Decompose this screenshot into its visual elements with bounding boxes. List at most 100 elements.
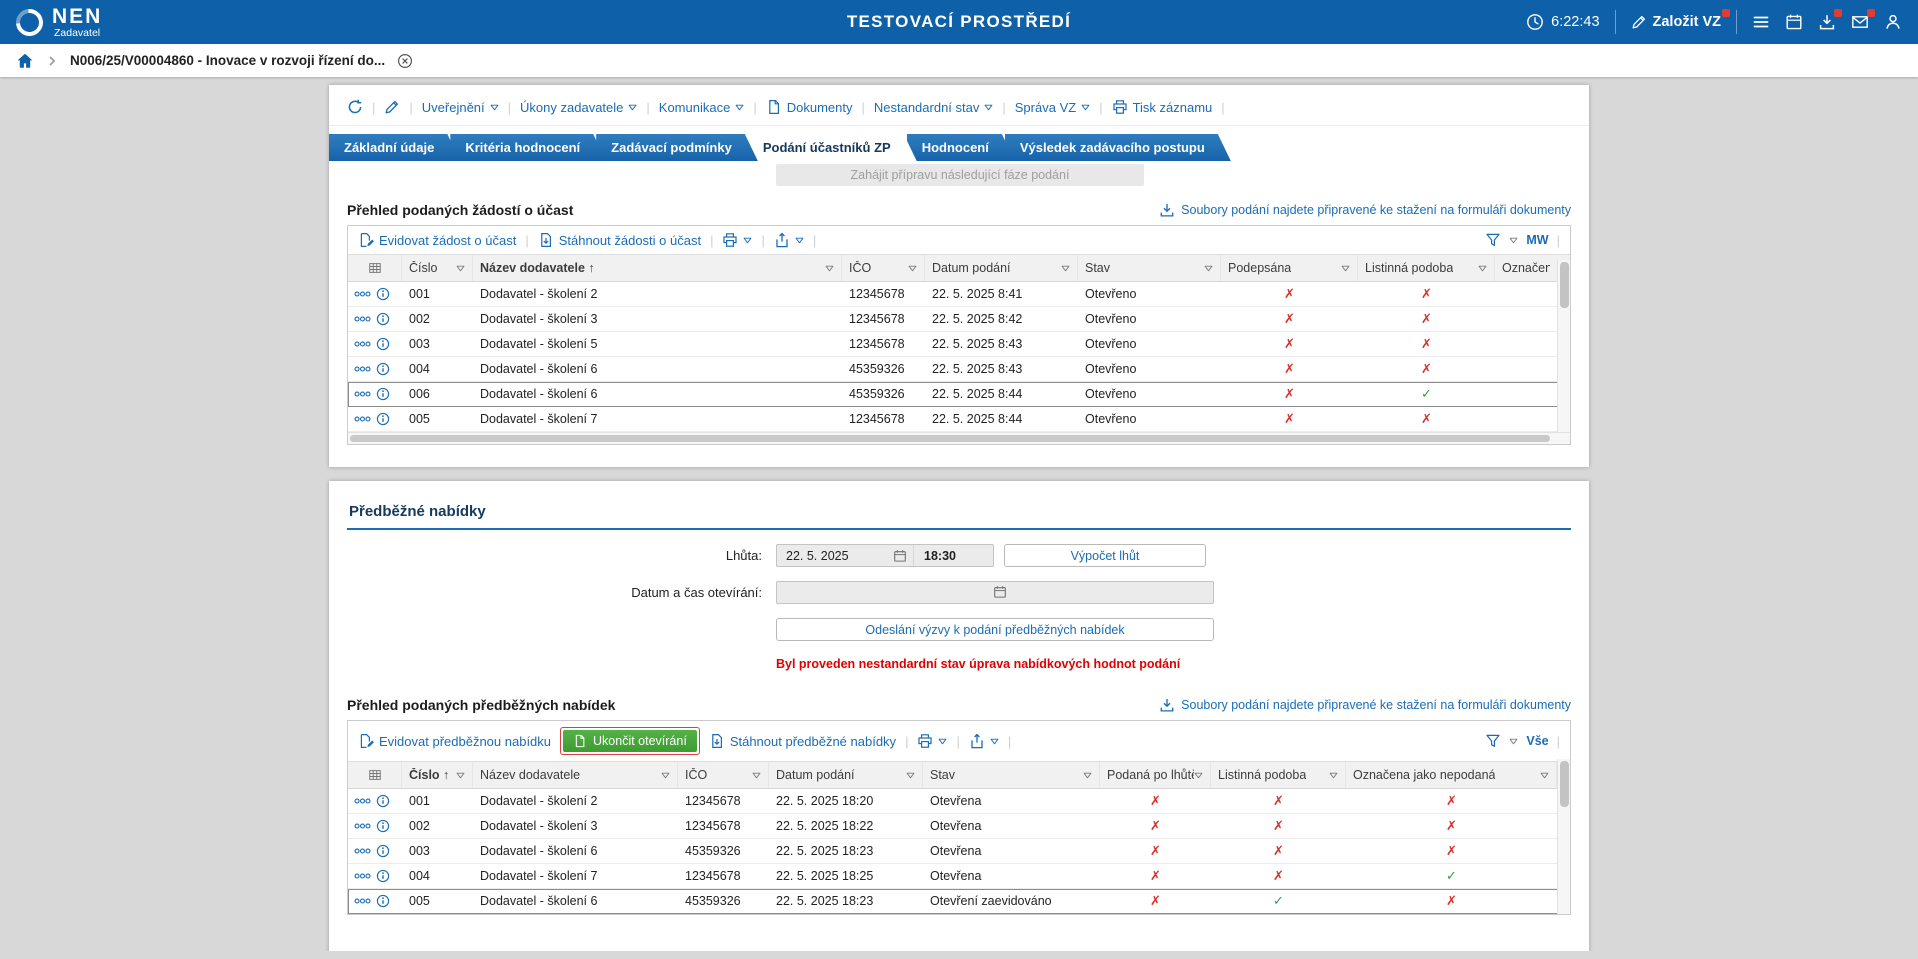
menu-sprava-vz[interactable]: Správa VZ xyxy=(1015,100,1090,115)
row-more-icon[interactable] xyxy=(354,797,371,805)
menu-nestandardni-stav[interactable]: Nestandardní stav xyxy=(874,100,994,115)
column-oznacena-jako-nepodana[interactable]: Označena jako nepodaná xyxy=(1346,762,1557,788)
row-more-icon[interactable] xyxy=(354,365,371,373)
nen-brand[interactable]: NEN Zadavatel xyxy=(16,6,102,39)
filter-caret-icon[interactable] xyxy=(1083,772,1092,779)
tab-vysledek-zadavaciho-postupu[interactable]: Výsledek zadávacího postupu xyxy=(1005,134,1231,161)
scrollbar-thumb[interactable] xyxy=(350,435,1550,442)
opening-datetime-input[interactable] xyxy=(776,581,1214,604)
row-info-icon[interactable] xyxy=(376,844,390,858)
evidovat-zadost-button[interactable]: Evidovat žádost o účast xyxy=(358,232,516,248)
row-info-icon[interactable] xyxy=(376,794,390,808)
column-oznacena[interactable]: Označena jako nepodaná xyxy=(1495,255,1557,281)
row-info-icon[interactable] xyxy=(376,412,390,426)
filter-caret-icon[interactable] xyxy=(1478,265,1487,272)
history-icon[interactable] xyxy=(347,99,363,115)
row-info-icon[interactable] xyxy=(376,287,390,301)
menu-button[interactable] xyxy=(1752,13,1770,31)
view-selector[interactable]: MW xyxy=(1526,233,1548,247)
row-more-icon[interactable] xyxy=(354,315,371,323)
bid-row[interactable]: 004 Dodavatel - školení 7 12345678 22. 5… xyxy=(348,864,1570,889)
bid-row[interactable]: 002 Dodavatel - školení 3 12345678 22. 5… xyxy=(348,814,1570,839)
menu-uverejneni[interactable]: Uveřejnění xyxy=(422,100,499,115)
view-selector[interactable]: Vše xyxy=(1526,734,1548,748)
filter-caret-icon[interactable] xyxy=(1329,772,1338,779)
column-datum-podani[interactable]: Datum podání xyxy=(769,762,923,788)
column-ico[interactable]: IČO xyxy=(842,255,925,281)
column-podepsana[interactable]: Podepsána xyxy=(1221,255,1358,281)
stahnout-nabidky-button[interactable]: Stáhnout předběžné nabídky xyxy=(709,733,896,749)
applications-files-link[interactable]: Soubory podání najdete připravené ke sta… xyxy=(1159,202,1571,218)
tab-podani-ucastniku-zp[interactable]: Podání účastníků ZP xyxy=(748,134,917,161)
scrollbar-thumb[interactable] xyxy=(1560,262,1569,308)
vertical-scrollbar[interactable] xyxy=(1557,759,1570,914)
application-row[interactable]: 002 Dodavatel - školení 3 12345678 22. 5… xyxy=(348,307,1570,332)
stahnout-zadosti-button[interactable]: Stáhnout žádosti o účast xyxy=(538,232,701,248)
profile-button[interactable] xyxy=(1884,13,1902,31)
filter-icon[interactable] xyxy=(1485,733,1501,749)
column-stav[interactable]: Stav xyxy=(923,762,1100,788)
application-row[interactable]: 004 Dodavatel - školení 6 45359326 22. 5… xyxy=(348,357,1570,382)
export-button[interactable] xyxy=(774,232,804,248)
send-invitation-button[interactable]: Odeslání výzvy k podání předběžných nabí… xyxy=(776,618,1214,641)
column-podana-po-lhute[interactable]: Podaná po lhůtě xyxy=(1100,762,1211,788)
filter-caret-icon[interactable] xyxy=(1341,265,1350,272)
application-row[interactable]: 001 Dodavatel - školení 2 12345678 22. 5… xyxy=(348,282,1570,307)
row-more-icon[interactable] xyxy=(354,897,371,905)
row-more-icon[interactable] xyxy=(354,390,371,398)
filter-caret-icon[interactable] xyxy=(906,772,915,779)
column-listinna-podoba[interactable]: Listinná podoba xyxy=(1358,255,1495,281)
row-info-icon[interactable] xyxy=(376,869,390,883)
column-stav[interactable]: Stav xyxy=(1078,255,1221,281)
column-settings[interactable] xyxy=(348,762,402,788)
phase-button[interactable]: Zahájit přípravu následující fáze podání xyxy=(776,164,1144,186)
menu-dokumenty[interactable]: Dokumenty xyxy=(766,99,853,115)
view-caret-icon[interactable] xyxy=(1509,738,1518,745)
bid-row[interactable]: 001 Dodavatel - školení 2 12345678 22. 5… xyxy=(348,789,1570,814)
row-info-icon[interactable] xyxy=(376,337,390,351)
row-more-icon[interactable] xyxy=(354,847,371,855)
bids-files-link[interactable]: Soubory podání najdete připravené ke sta… xyxy=(1159,697,1571,713)
row-more-icon[interactable] xyxy=(354,340,371,348)
menu-tisk-zaznamu[interactable]: Tisk záznamu xyxy=(1112,99,1213,115)
vertical-scrollbar[interactable] xyxy=(1557,260,1570,432)
bid-row[interactable]: 005 Dodavatel - školení 6 45359326 22. 5… xyxy=(348,889,1570,914)
column-listinna-podoba[interactable]: Listinná podoba xyxy=(1211,762,1346,788)
evidovat-nabidku-button[interactable]: Evidovat předběžnou nabídku xyxy=(358,733,551,749)
row-more-icon[interactable] xyxy=(354,872,371,880)
horizontal-scrollbar[interactable] xyxy=(348,432,1570,444)
row-more-icon[interactable] xyxy=(354,415,371,423)
row-info-icon[interactable] xyxy=(376,387,390,401)
calendar-button[interactable] xyxy=(1785,13,1803,31)
filter-caret-icon[interactable] xyxy=(1061,265,1070,272)
filter-caret-icon[interactable] xyxy=(456,265,465,272)
row-info-icon[interactable] xyxy=(376,819,390,833)
messages-button[interactable] xyxy=(1851,13,1869,31)
filter-caret-icon[interactable] xyxy=(1540,772,1549,779)
close-record-icon[interactable] xyxy=(397,53,413,69)
filter-caret-icon[interactable] xyxy=(908,265,917,272)
deadline-datetime-input[interactable]: 22. 5. 2025 18:30 xyxy=(776,544,994,567)
column-cislo[interactable]: Číslo ↑ xyxy=(402,762,473,788)
row-more-icon[interactable] xyxy=(354,822,371,830)
filter-caret-icon[interactable] xyxy=(825,265,834,272)
column-nazev-dodavatele[interactable]: Název dodavatele xyxy=(473,762,678,788)
column-settings[interactable] xyxy=(348,255,402,281)
tab-hodnoceni[interactable]: Hodnocení xyxy=(907,134,1015,161)
filter-icon[interactable] xyxy=(1485,232,1501,248)
column-cislo[interactable]: Číslo xyxy=(402,255,473,281)
filter-caret-icon[interactable] xyxy=(661,772,670,779)
column-nazev-dodavatele[interactable]: Název dodavatele ↑ xyxy=(473,255,842,281)
scrollbar-thumb[interactable] xyxy=(1560,761,1569,807)
vypocet-lhut-button[interactable]: Výpočet lhůt xyxy=(1004,544,1206,567)
print-button[interactable] xyxy=(722,232,752,248)
row-more-icon[interactable] xyxy=(354,290,371,298)
filter-caret-icon[interactable] xyxy=(1194,772,1203,779)
column-datum-podani[interactable]: Datum podání xyxy=(925,255,1078,281)
date-picker-button[interactable] xyxy=(887,549,913,563)
deadline-time-value[interactable]: 18:30 xyxy=(913,545,993,566)
row-info-icon[interactable] xyxy=(376,894,390,908)
downloads-button[interactable] xyxy=(1818,13,1836,31)
create-vz-button[interactable]: Založit VZ xyxy=(1631,14,1721,30)
menu-ukony-zadavatele[interactable]: Úkony zadavatele xyxy=(520,100,637,115)
